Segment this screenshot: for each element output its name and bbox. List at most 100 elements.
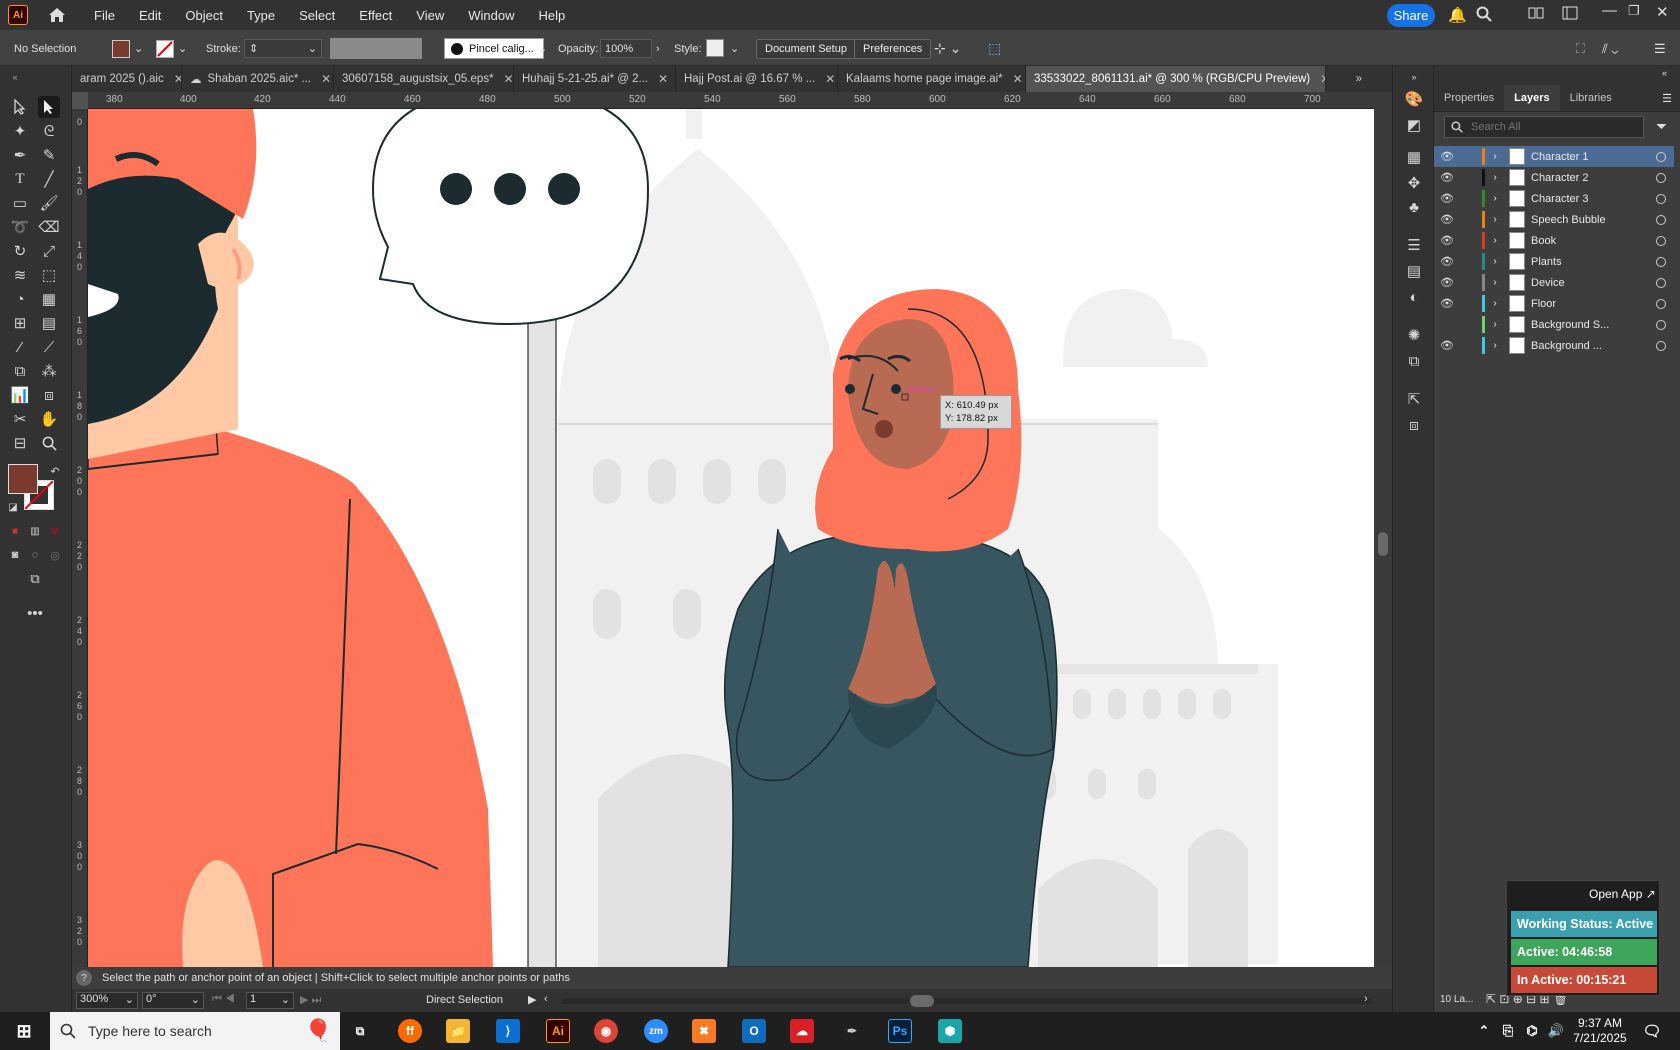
export-icon[interactable]: ⇱ bbox=[1403, 388, 1425, 410]
target-circle-icon[interactable] bbox=[1656, 193, 1666, 204]
layer-row[interactable]: 👁 › Speech Bubble bbox=[1434, 209, 1674, 230]
layer-row[interactable]: 👁 › Device bbox=[1434, 272, 1674, 293]
tab-libraries[interactable]: Libraries bbox=[1560, 85, 1622, 111]
layer-row[interactable]: 👁 › Book bbox=[1434, 230, 1674, 251]
stroke-weight-field[interactable]: ⇕ ⌄ bbox=[244, 39, 322, 58]
layer-name[interactable]: Character 3 bbox=[1531, 193, 1641, 205]
scroll-thumb[interactable] bbox=[1378, 532, 1388, 556]
maximize-icon[interactable]: ❐ bbox=[1628, 3, 1640, 19]
menu-window[interactable]: Window bbox=[468, 8, 514, 23]
layer-name[interactable]: Character 1 bbox=[1531, 151, 1641, 163]
taskbar-search[interactable]: Type here to search 🎈 bbox=[50, 1012, 340, 1050]
brush-definition[interactable]: Pincel calig... bbox=[444, 38, 544, 59]
vertical-scrollbar[interactable] bbox=[1374, 92, 1392, 974]
artboard[interactable]: anchor X: 610.49 px Y: 178.82 px bbox=[88, 109, 1374, 967]
horizontal-scrollbar[interactable] bbox=[562, 995, 1372, 1007]
filter-icon[interactable]: ⏷ bbox=[1656, 118, 1667, 135]
taskbar-clock[interactable]: 9:37 AM 7/21/2025 bbox=[1570, 1016, 1630, 1046]
expand-chevron-icon[interactable]: › bbox=[1485, 298, 1505, 309]
print-tiling-tool-icon[interactable]: ⊟ bbox=[9, 432, 31, 454]
layer-row[interactable]: 👁 › Floor bbox=[1434, 293, 1674, 314]
minimize-icon[interactable]: — bbox=[1602, 2, 1617, 19]
expand-chevron-icon[interactable]: › bbox=[1485, 340, 1505, 351]
visibility-eye-icon[interactable]: 👁 bbox=[1440, 297, 1460, 310]
panel-menu-icon[interactable]: ☰ bbox=[1654, 39, 1666, 58]
expand-chevron-icon[interactable]: › bbox=[1485, 235, 1505, 246]
shape-builder-tool-icon[interactable]: ◔ bbox=[9, 288, 31, 310]
swatches-icon[interactable]: ▦ bbox=[1403, 146, 1425, 168]
shaper-tool-icon[interactable]: ➰ bbox=[9, 216, 31, 238]
pen-app-icon[interactable]: ✒ bbox=[840, 1019, 864, 1043]
expand-chevron-icon[interactable]: › bbox=[1485, 172, 1505, 183]
target-circle-icon[interactable] bbox=[1656, 340, 1666, 351]
tray-chevron-icon[interactable]: ⌃ bbox=[1472, 1019, 1496, 1043]
help-icon[interactable]: ? bbox=[76, 970, 92, 986]
gradient-mode-icon[interactable]: ▥ bbox=[24, 520, 46, 542]
color-panel-icon[interactable]: 🎨 bbox=[1403, 88, 1425, 110]
edit-toolbar-icon[interactable]: ••• bbox=[24, 602, 46, 624]
color-guide-icon[interactable]: ◩ bbox=[1403, 114, 1425, 136]
tab-layers[interactable]: Layers bbox=[1504, 85, 1560, 111]
home-icon[interactable] bbox=[46, 5, 68, 25]
draw-normal-icon[interactable]: ◙ bbox=[4, 544, 26, 566]
collapse-toolbar-icon[interactable]: « bbox=[4, 66, 26, 88]
menu-object[interactable]: Object bbox=[185, 8, 223, 23]
rotation-field[interactable]: 0° ⌄ bbox=[142, 992, 204, 1009]
document-setup-button[interactable]: Document Setup bbox=[756, 39, 856, 59]
creative-cloud-icon[interactable]: ☁ bbox=[790, 1019, 814, 1043]
visibility-eye-icon[interactable]: 👁 bbox=[1440, 276, 1460, 289]
layers-search-field[interactable] bbox=[1444, 116, 1644, 138]
target-circle-icon[interactable] bbox=[1656, 256, 1666, 267]
more-tabs-icon[interactable]: » bbox=[1326, 66, 1370, 92]
visibility-eye-icon[interactable]: 👁 bbox=[1440, 339, 1460, 352]
layers-search-input[interactable] bbox=[1471, 121, 1621, 133]
rectangle-tool-icon[interactable]: ▭ bbox=[9, 192, 31, 214]
hscroll-right-icon[interactable]: › bbox=[1364, 993, 1368, 1005]
recolor-icon[interactable]: ⬚ bbox=[988, 39, 1001, 58]
perspective-grid-tool-icon[interactable]: ▦ bbox=[38, 288, 60, 310]
expand-chevron-icon[interactable]: › bbox=[1485, 277, 1505, 288]
visibility-eye-icon[interactable]: 👁 bbox=[1440, 234, 1460, 247]
hand-tool-icon[interactable]: ✋ bbox=[38, 408, 60, 430]
screen-mode-icon[interactable]: ⧉ bbox=[24, 568, 46, 590]
lasso-tool-icon[interactable]: ᘓ bbox=[38, 120, 60, 142]
opacity-field[interactable]: 100% bbox=[600, 39, 652, 58]
free-transform-tool-icon[interactable]: ⬚ bbox=[38, 264, 60, 286]
type-tool-icon[interactable]: T bbox=[9, 168, 31, 190]
gradient-tool-icon[interactable]: ▤ bbox=[38, 312, 60, 334]
visibility-eye-icon[interactable]: 👁 bbox=[1440, 255, 1460, 268]
target-circle-icon[interactable] bbox=[1656, 235, 1666, 246]
menu-edit[interactable]: Edit bbox=[139, 8, 161, 23]
target-circle-icon[interactable] bbox=[1656, 319, 1666, 330]
vertical-ruler[interactable]: 0 1 2 0 1 4 0 1 6 0 1 8 0 2 0 0 2 2 0 2 … bbox=[72, 109, 88, 967]
align-icon[interactable]: ⊹ ⌄ bbox=[934, 39, 961, 58]
close-tab-icon[interactable]: ✕ bbox=[658, 72, 668, 86]
close-tab-icon[interactable]: ✕ bbox=[825, 72, 835, 86]
eraser-tool-icon[interactable]: ⌫ bbox=[38, 216, 60, 238]
illustration[interactable] bbox=[88, 109, 1374, 967]
firefox-icon[interactable]: ff bbox=[398, 1019, 422, 1043]
task-view-icon[interactable]: ⧉ bbox=[348, 1019, 372, 1043]
graphic-styles-icon[interactable]: ⧉ bbox=[1403, 350, 1425, 372]
mesh-tool-icon[interactable]: ⊞ bbox=[9, 312, 31, 334]
layer-name[interactable]: Background S... bbox=[1531, 319, 1641, 331]
file-explorer-icon[interactable]: 📁 bbox=[446, 1019, 470, 1043]
symbol-sprayer-tool-icon[interactable]: ⁂ bbox=[38, 360, 60, 382]
tab-document-3[interactable]: 30607158_augustsix_05.eps* ✕ bbox=[334, 66, 514, 92]
graph-tool-icon[interactable]: 📊 bbox=[9, 384, 31, 406]
wifi-icon[interactable]: ⌬ bbox=[1520, 1019, 1544, 1043]
slice-tool-icon[interactable]: ✂ bbox=[9, 408, 31, 430]
layer-name[interactable]: Floor bbox=[1531, 298, 1641, 310]
layer-name[interactable]: Background ... bbox=[1531, 340, 1641, 352]
measure-tool-icon[interactable]: ⟋ bbox=[38, 336, 60, 358]
draw-behind-icon[interactable]: ◌ bbox=[24, 544, 46, 566]
collapse-dock-icon[interactable]: » bbox=[1403, 66, 1425, 88]
xampp-icon[interactable]: ✖ bbox=[692, 1019, 716, 1043]
preferences-button[interactable]: Preferences bbox=[854, 39, 932, 59]
horizontal-ruler[interactable]: 380 400 420 440 460 480 500 520 540 560 … bbox=[88, 92, 1374, 109]
scale-tool-icon[interactable]: ⤢ bbox=[38, 240, 60, 262]
fill-swatch[interactable]: ⌄ bbox=[112, 39, 143, 58]
chrome-icon[interactable]: ◉ bbox=[594, 1019, 618, 1043]
close-tab-icon[interactable]: ✕ bbox=[1013, 72, 1023, 86]
width-tool-icon[interactable]: ≋ bbox=[9, 264, 31, 286]
